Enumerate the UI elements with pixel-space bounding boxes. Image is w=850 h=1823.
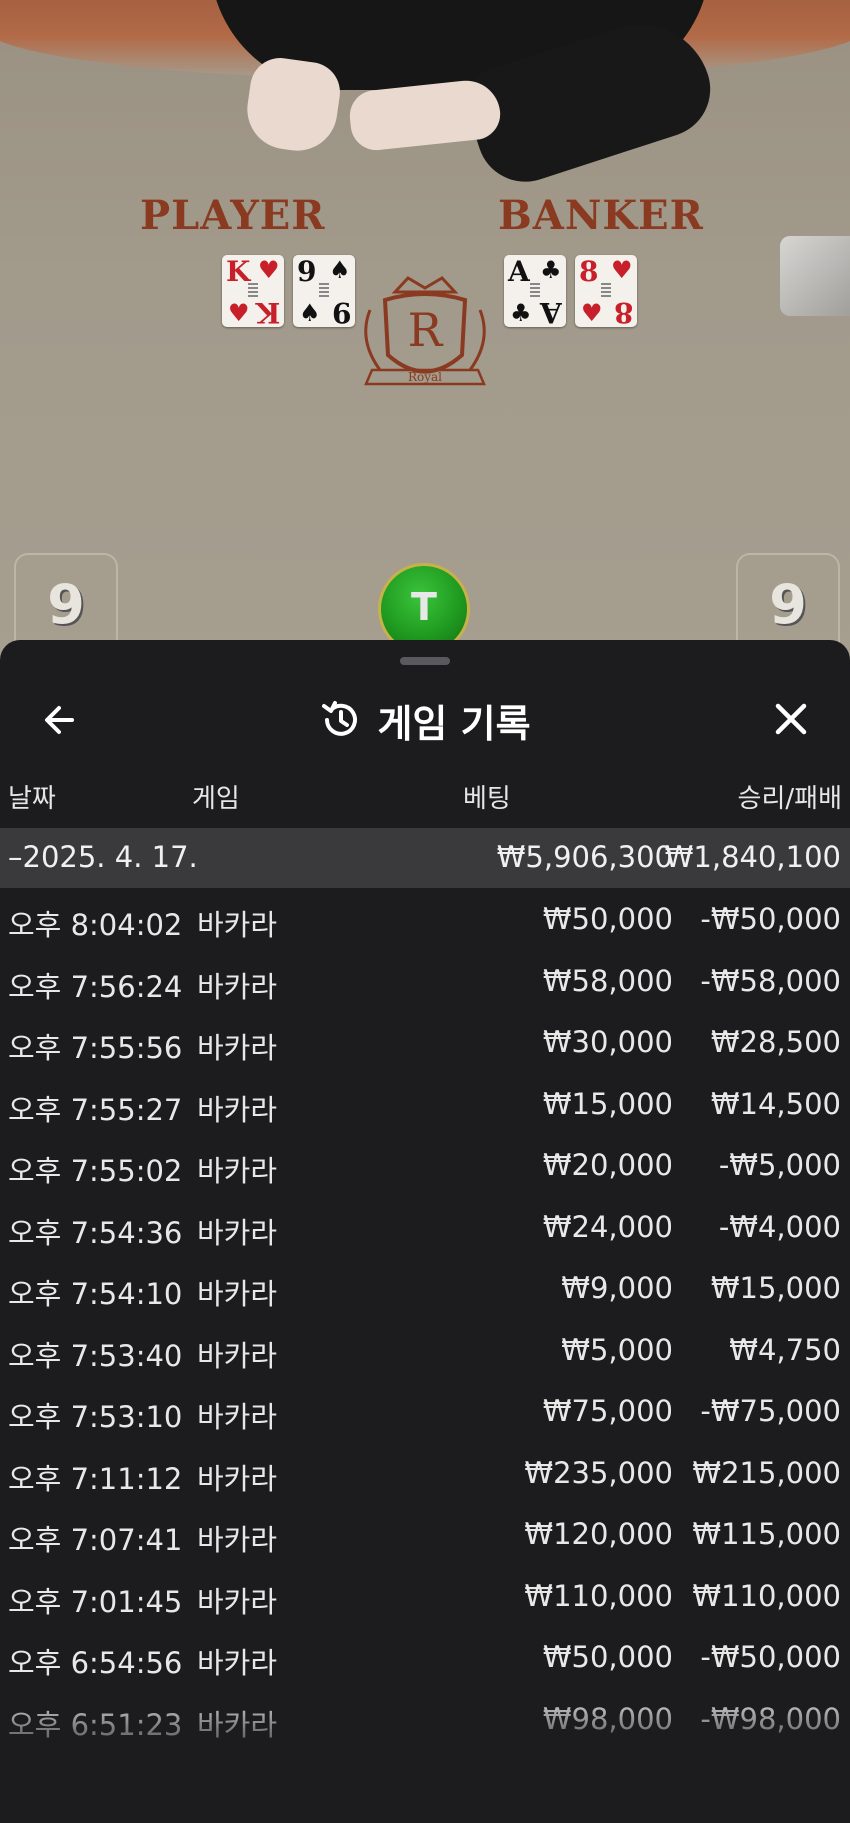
row-bet: ₩5,000 xyxy=(561,1332,673,1367)
history-row[interactable]: 오후 6:54:56 바카라 ₩50,000 -₩50,000 xyxy=(0,1626,850,1688)
summary-winloss: ₩1,840,100 xyxy=(664,840,841,874)
row-winloss: -₩58,000 xyxy=(700,963,841,998)
live-table-video: PLAYER BANKER K ♥ ♥ K 9 ♠ ♠ 9 A ♣ ♣ A 8 … xyxy=(0,0,850,700)
banker-card-2: 8 ♥ ♥ 8 xyxy=(575,255,637,329)
history-row[interactable]: 오후 7:01:45 바카라 ₩110,000 ₩110,000 xyxy=(0,1565,850,1627)
row-bet: ₩120,000 xyxy=(524,1517,673,1551)
history-row[interactable]: 오후 7:53:10 바카라 ₩75,000 -₩75,000 xyxy=(0,1380,850,1442)
row-winloss: ₩115,000 xyxy=(692,1517,841,1551)
sheet-title-text: 게임 기록 xyxy=(377,701,531,746)
row-winloss: ₩4,750 xyxy=(729,1332,841,1367)
history-row[interactable]: 오후 7:56:24 바카라 ₩58,000 -₩58,000 xyxy=(0,950,850,1012)
history-row[interactable]: 오후 7:54:10 바카라 ₩9,000 ₩15,000 xyxy=(0,1257,850,1319)
player-label: PLAYER xyxy=(140,192,326,239)
row-game: 바카라 xyxy=(197,1277,278,1311)
row-time: 오후 7:53:40 xyxy=(8,1338,183,1373)
sheet-title: 게임 기록 xyxy=(0,680,850,760)
row-time: 오후 7:01:45 xyxy=(8,1584,183,1619)
sheet-drag-handle[interactable] xyxy=(400,657,450,665)
summary-bet: ₩5,906,300 xyxy=(496,840,673,874)
history-row[interactable]: 오후 8:04:02 바카라 ₩50,000 -₩50,000 xyxy=(0,888,850,950)
column-header-date: 날짜 xyxy=(8,784,56,814)
column-header-bet: 베팅 xyxy=(463,784,511,814)
svg-text:Royal: Royal xyxy=(408,370,442,384)
row-bet: ₩235,000 xyxy=(524,1455,673,1490)
history-row[interactable]: 오후 7:55:27 바카라 ₩15,000 ₩14,500 xyxy=(0,1073,850,1135)
player-card-2: 9 ♠ ♠ 9 xyxy=(293,255,355,329)
row-game: 바카라 xyxy=(197,908,278,942)
row-game: 바카라 xyxy=(197,1707,278,1742)
row-bet: ₩30,000 xyxy=(542,1025,673,1059)
row-winloss: -₩98,000 xyxy=(700,1701,841,1736)
row-game: 바카라 xyxy=(197,1400,278,1434)
row-bet: ₩20,000 xyxy=(542,1148,673,1182)
date-summary-row[interactable]: –2025. 4. 17. ₩5,906,300 ₩1,840,100 xyxy=(0,828,850,888)
history-row[interactable]: 오후 7:07:41 바카라 ₩120,000 ₩115,000 xyxy=(0,1503,850,1565)
row-bet: ₩50,000 xyxy=(542,902,673,936)
history-row[interactable]: 오후 7:11:12 바카라 ₩235,000 ₩215,000 xyxy=(0,1442,850,1504)
row-game: 바카라 xyxy=(197,1154,278,1188)
history-row[interactable]: 오후 7:54:36 바카라 ₩24,000 -₩4,000 xyxy=(0,1196,850,1258)
row-game: 바카라 xyxy=(197,1461,278,1496)
history-row[interactable]: 오후 7:55:02 바카라 ₩20,000 -₩5,000 xyxy=(0,1134,850,1196)
svg-text:R: R xyxy=(408,303,444,357)
row-winloss: -₩50,000 xyxy=(700,902,841,936)
row-winloss: ₩110,000 xyxy=(692,1578,841,1613)
row-time: 오후 7:55:02 xyxy=(8,1154,183,1188)
row-winloss: ₩14,500 xyxy=(710,1086,841,1121)
row-time: 오후 7:55:27 xyxy=(8,1092,183,1127)
history-row[interactable]: 오후 7:53:40 바카라 ₩5,000 ₩4,750 xyxy=(0,1319,850,1381)
row-time: 오후 8:04:02 xyxy=(8,908,183,942)
row-time: 오후 7:56:24 xyxy=(8,969,183,1004)
row-bet: ₩24,000 xyxy=(542,1209,673,1244)
row-game: 바카라 xyxy=(197,1523,278,1557)
row-time: 오후 7:11:12 xyxy=(8,1461,183,1496)
row-time: 오후 6:54:56 xyxy=(8,1646,183,1680)
row-bet: ₩9,000 xyxy=(561,1271,673,1305)
row-winloss: -₩5,000 xyxy=(718,1148,841,1182)
history-row[interactable]: 오후 6:51:23 바카라 ₩98,000 -₩98,000 xyxy=(0,1688,850,1750)
row-time: 오후 7:53:10 xyxy=(8,1400,183,1434)
row-winloss: -₩4,000 xyxy=(718,1209,841,1244)
row-game: 바카라 xyxy=(197,1584,278,1619)
row-game: 바카라 xyxy=(197,1031,278,1065)
game-history-sheet: 게임 기록 날짜 게임 베팅 승리/패배 –2025. 4. 17. ₩5,90… xyxy=(0,640,850,1823)
close-icon[interactable] xyxy=(768,696,814,742)
player-card-1: K ♥ ♥ K xyxy=(222,255,284,329)
history-icon xyxy=(322,701,358,736)
row-game: 바카라 xyxy=(197,1092,278,1127)
row-time: 오후 7:55:56 xyxy=(8,1031,183,1065)
row-game: 바카라 xyxy=(197,1338,278,1373)
history-list: 오후 8:04:02 바카라 ₩50,000 -₩50,000 오후 7:56:24 바카… xyxy=(0,888,850,1749)
row-winloss: -₩50,000 xyxy=(700,1640,841,1674)
row-game: 바카라 xyxy=(197,1215,278,1250)
card-shoe xyxy=(780,236,850,316)
column-header-winloss: 승리/패배 xyxy=(737,784,842,814)
row-time: 오후 7:54:36 xyxy=(8,1215,183,1250)
row-game: 바카라 xyxy=(197,1646,278,1680)
row-bet: ₩50,000 xyxy=(542,1640,673,1674)
row-time: 오후 7:07:41 xyxy=(8,1523,183,1557)
row-bet: ₩15,000 xyxy=(542,1086,673,1121)
royal-crest-logo: R Royal xyxy=(364,276,486,386)
row-time: 오후 6:51:23 xyxy=(8,1707,183,1742)
column-header-game: 게임 xyxy=(192,784,240,814)
row-winloss: -₩75,000 xyxy=(700,1394,841,1428)
row-time: 오후 7:54:10 xyxy=(8,1277,183,1311)
summary-date: –2025. 4. 17. xyxy=(8,840,198,874)
row-bet: ₩58,000 xyxy=(542,963,673,998)
row-game: 바카라 xyxy=(197,969,278,1004)
row-bet: ₩75,000 xyxy=(542,1394,673,1428)
sheet-header: 게임 기록 xyxy=(0,680,850,760)
row-winloss: ₩15,000 xyxy=(710,1271,841,1305)
dealer-hand-left xyxy=(242,54,344,156)
banker-label: BANKER xyxy=(498,192,704,239)
row-bet: ₩110,000 xyxy=(524,1578,673,1613)
row-winloss: ₩28,500 xyxy=(710,1025,841,1059)
banker-card-1: A ♣ ♣ A xyxy=(504,255,566,329)
row-bet: ₩98,000 xyxy=(542,1701,673,1736)
history-row[interactable]: 오후 7:55:56 바카라 ₩30,000 ₩28,500 xyxy=(0,1011,850,1073)
row-winloss: ₩215,000 xyxy=(692,1455,841,1490)
